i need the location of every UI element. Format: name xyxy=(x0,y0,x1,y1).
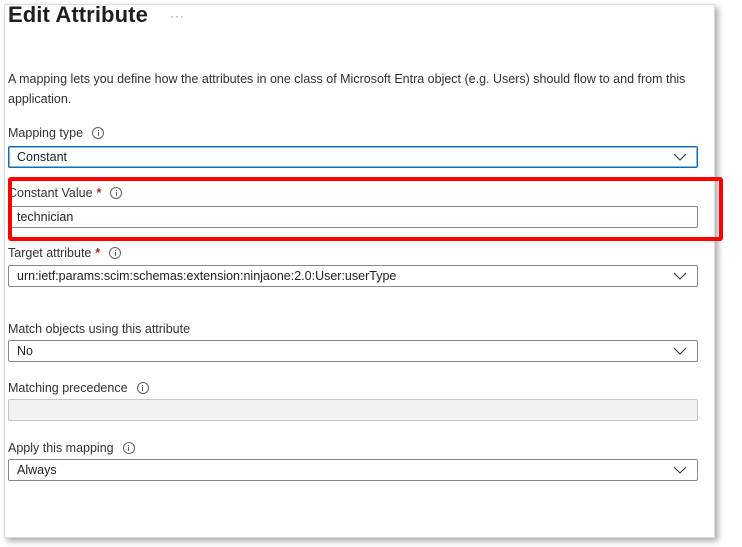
match-objects-dropdown[interactable]: No xyxy=(8,340,698,362)
apply-mapping-dropdown[interactable]: Always xyxy=(8,459,698,481)
mapping-type-dropdown[interactable]: Constant xyxy=(8,146,698,168)
match-objects-label-text: Match objects using this attribute xyxy=(8,322,191,336)
target-attribute-dropdown[interactable]: urn:ietf:params:scim:schemas:extension:n… xyxy=(8,265,698,287)
chevron-down-icon xyxy=(673,347,687,355)
constant-value-label-text: Constant Value xyxy=(8,186,93,200)
chevron-down-icon xyxy=(673,466,687,474)
header: Edit Attribute ··· xyxy=(8,2,185,28)
matching-precedence-input xyxy=(8,399,698,421)
mapping-description: A mapping lets you define how the attrib… xyxy=(8,72,686,106)
target-attribute-label-text: Target attribute xyxy=(8,246,92,260)
apply-mapping-label-text: Apply this mapping xyxy=(8,441,114,455)
matching-precedence-label: Matching precedence xyxy=(8,379,149,397)
info-icon[interactable] xyxy=(109,247,122,259)
target-attribute-value: urn:ietf:params:scim:schemas:extension:n… xyxy=(17,269,397,283)
chevron-down-icon xyxy=(673,153,687,161)
required-asterisk: * xyxy=(95,246,101,260)
info-icon[interactable] xyxy=(110,187,123,199)
target-attribute-label: Target attribute * xyxy=(8,244,122,262)
info-icon[interactable] xyxy=(92,127,105,139)
constant-value-text: technician xyxy=(17,210,74,224)
mapping-type-label: Mapping type xyxy=(8,124,105,142)
apply-mapping-value: Always xyxy=(17,463,57,477)
info-icon[interactable] xyxy=(122,442,135,454)
constant-value-label: Constant Value * xyxy=(8,184,123,202)
mapping-type-label-text: Mapping type xyxy=(8,126,84,140)
required-asterisk: * xyxy=(96,186,102,200)
matching-precedence-label-text: Matching precedence xyxy=(8,381,128,395)
more-options-button[interactable]: ··· xyxy=(170,9,185,23)
match-objects-value: No xyxy=(17,344,33,358)
info-icon[interactable] xyxy=(136,382,149,394)
constant-value-input[interactable]: technician xyxy=(8,206,698,228)
match-objects-label: Match objects using this attribute xyxy=(8,320,190,338)
mapping-type-value: Constant xyxy=(17,150,68,164)
apply-mapping-label: Apply this mapping xyxy=(8,439,135,457)
page-title: Edit Attribute xyxy=(8,2,148,27)
chevron-down-icon xyxy=(673,272,687,280)
